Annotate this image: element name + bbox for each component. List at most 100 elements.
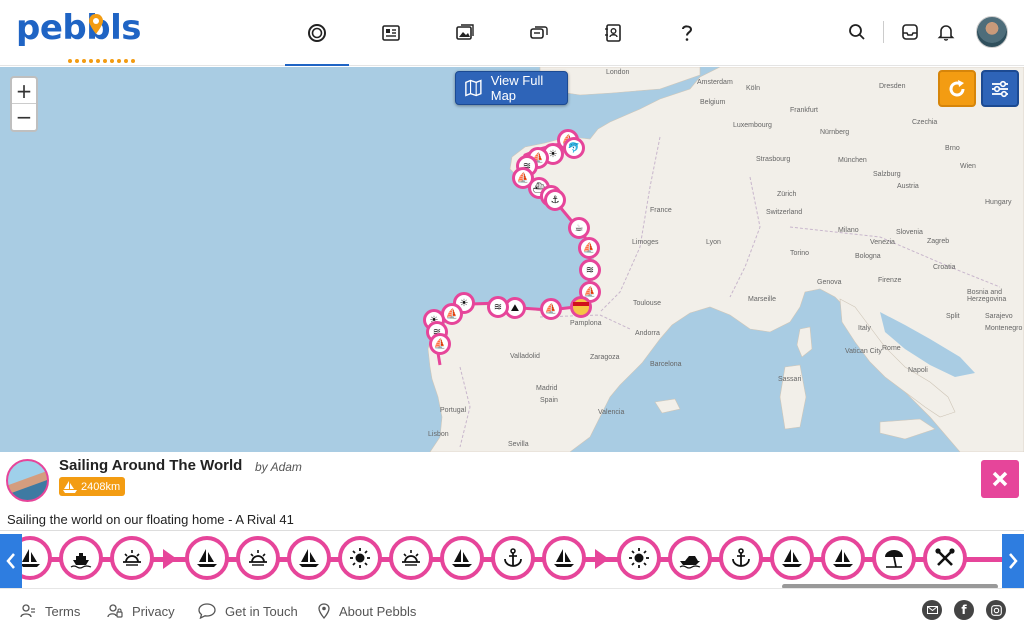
- timeline-stop-sailboat[interactable]: [821, 536, 865, 580]
- timeline-stop-sailboat[interactable]: [542, 536, 586, 580]
- timeline-stop-sunrise[interactable]: [236, 536, 280, 580]
- sliders-icon: [992, 80, 1008, 97]
- bell-icon: [937, 25, 955, 41]
- label-valladolid: Valladolid: [510, 353, 540, 360]
- search-icon: [849, 24, 865, 40]
- trip-avatar[interactable]: [6, 459, 49, 502]
- label-pamplona: Pamplona: [570, 320, 602, 327]
- label-montenegro: Montenegro: [985, 325, 1023, 332]
- map-pin[interactable]: ⛵: [578, 237, 600, 259]
- map-pin[interactable]: ⚓: [544, 189, 566, 211]
- map-pin[interactable]: ≋: [487, 296, 509, 318]
- anchor-icon: [504, 548, 522, 567]
- zoom-in-button[interactable]: +: [12, 78, 36, 104]
- nav-help[interactable]: [650, 0, 724, 66]
- trip-info-panel: Sailing Around The World by Adam 2408km …: [0, 452, 1024, 589]
- folded-map-icon: [465, 79, 482, 97]
- sailboat-icon: [299, 549, 319, 567]
- footer-privacy-link[interactable]: Privacy: [107, 603, 175, 619]
- sailboat-icon: [833, 549, 853, 567]
- top-header: pebbls: [0, 0, 1024, 66]
- refresh-button[interactable]: [938, 70, 976, 107]
- label-firenze: Firenze: [878, 277, 902, 284]
- timeline-stop-sailboat[interactable]: [185, 536, 229, 580]
- sunrise-icon: [249, 550, 267, 566]
- nav-messages[interactable]: [502, 0, 576, 66]
- user-avatar[interactable]: [976, 16, 1008, 48]
- timeline-stop-sailboat[interactable]: [287, 536, 331, 580]
- instagram-social-button[interactable]: [986, 600, 1006, 620]
- map-pin[interactable]: ☕: [568, 217, 590, 239]
- timeline-stop-sailboat[interactable]: [770, 536, 814, 580]
- trip-timeline: [0, 530, 1024, 588]
- timeline-stop-ship[interactable]: [59, 536, 103, 580]
- map-pin-spain-flag[interactable]: [570, 296, 592, 318]
- inbox-icon: [902, 24, 918, 40]
- search-button[interactable]: [839, 14, 875, 50]
- refresh-icon: [949, 79, 965, 96]
- label-hungary: Hungary: [985, 199, 1012, 206]
- main-nav: [280, 0, 724, 66]
- label-munich: München: [838, 157, 867, 164]
- nav-map[interactable]: [280, 0, 354, 66]
- label-valencia: Valencia: [598, 409, 625, 416]
- timeline-stop-sailboat[interactable]: [440, 536, 484, 580]
- close-panel-button[interactable]: [981, 460, 1019, 498]
- map-pin[interactable]: 🐬: [563, 137, 585, 159]
- timeline-prev-button[interactable]: [0, 534, 22, 588]
- nav-blog[interactable]: [354, 0, 428, 66]
- timeline-stop-beach-umbrella[interactable]: [872, 536, 916, 580]
- label-bosnia: Bosnia and Herzegovina: [967, 289, 1007, 303]
- map-pin[interactable]: ≋: [579, 259, 601, 281]
- label-salzburg: Salzburg: [873, 171, 901, 178]
- view-full-map-label: View Full Map: [490, 73, 544, 103]
- timeline-next-button[interactable]: [1002, 534, 1024, 588]
- timeline-stop-speedboat[interactable]: [668, 536, 712, 580]
- facebook-social-button[interactable]: f: [954, 600, 974, 620]
- trip-title[interactable]: Sailing Around The World: [59, 457, 242, 474]
- label-madrid: Madrid: [536, 385, 558, 392]
- footer-contact-link[interactable]: Get in Touch: [198, 603, 298, 619]
- filter-settings-button[interactable]: [981, 70, 1019, 107]
- inbox-button[interactable]: [892, 14, 928, 50]
- label-sassari: Sassari: [778, 376, 802, 383]
- zoom-out-button[interactable]: −: [12, 104, 36, 130]
- label-czechia: Czechia: [912, 119, 938, 126]
- timeline-stop-sun[interactable]: [617, 536, 661, 580]
- timeline-stop-anchor[interactable]: [491, 536, 535, 580]
- user-document-icon: [20, 604, 35, 618]
- nav-photos[interactable]: [428, 0, 502, 66]
- email-social-button[interactable]: [922, 600, 942, 620]
- timeline-stop-tools[interactable]: [923, 536, 967, 580]
- sun-icon: [629, 548, 649, 568]
- timeline-stop-sunrise[interactable]: [389, 536, 433, 580]
- timeline-stop-anchor[interactable]: [719, 536, 763, 580]
- speedboat-icon: [679, 556, 701, 569]
- close-icon: [992, 471, 1008, 487]
- footer: Terms Privacy Get in Touch About Pebbls …: [0, 588, 1024, 632]
- nav-contacts[interactable]: [576, 0, 650, 66]
- tools-icon: [935, 548, 955, 566]
- footer-terms-link[interactable]: Terms: [20, 603, 80, 619]
- header-divider: [883, 21, 884, 43]
- label-nurnberg: Nürnberg: [820, 129, 850, 136]
- map-pin[interactable]: ⛵: [429, 333, 451, 355]
- label-limoges: Limoges: [632, 239, 659, 246]
- footer-about-link[interactable]: About Pebbls: [318, 603, 416, 619]
- label-lyon: Lyon: [706, 239, 721, 246]
- location-pin-icon: [318, 603, 330, 619]
- trip-map[interactable]: London Amsterdam Dresden Belgium Köln Fr…: [0, 67, 1024, 452]
- trip-author[interactable]: by Adam: [255, 460, 302, 474]
- timeline-arrow: [595, 549, 609, 569]
- label-italy: Italy: [858, 325, 871, 332]
- label-brno: Brno: [945, 145, 960, 152]
- pebbls-logo[interactable]: pebbls: [16, 4, 141, 63]
- view-full-map-button[interactable]: View Full Map: [455, 71, 568, 105]
- map-pin[interactable]: ⛵: [540, 298, 562, 320]
- sailboat-icon: [452, 549, 472, 567]
- label-switzerland: Switzerland: [766, 209, 803, 216]
- timeline-stop-sun[interactable]: [338, 536, 382, 580]
- timeline-stop-sunrise[interactable]: [110, 536, 154, 580]
- notifications-button[interactable]: [928, 14, 964, 50]
- newspaper-icon: [382, 25, 400, 41]
